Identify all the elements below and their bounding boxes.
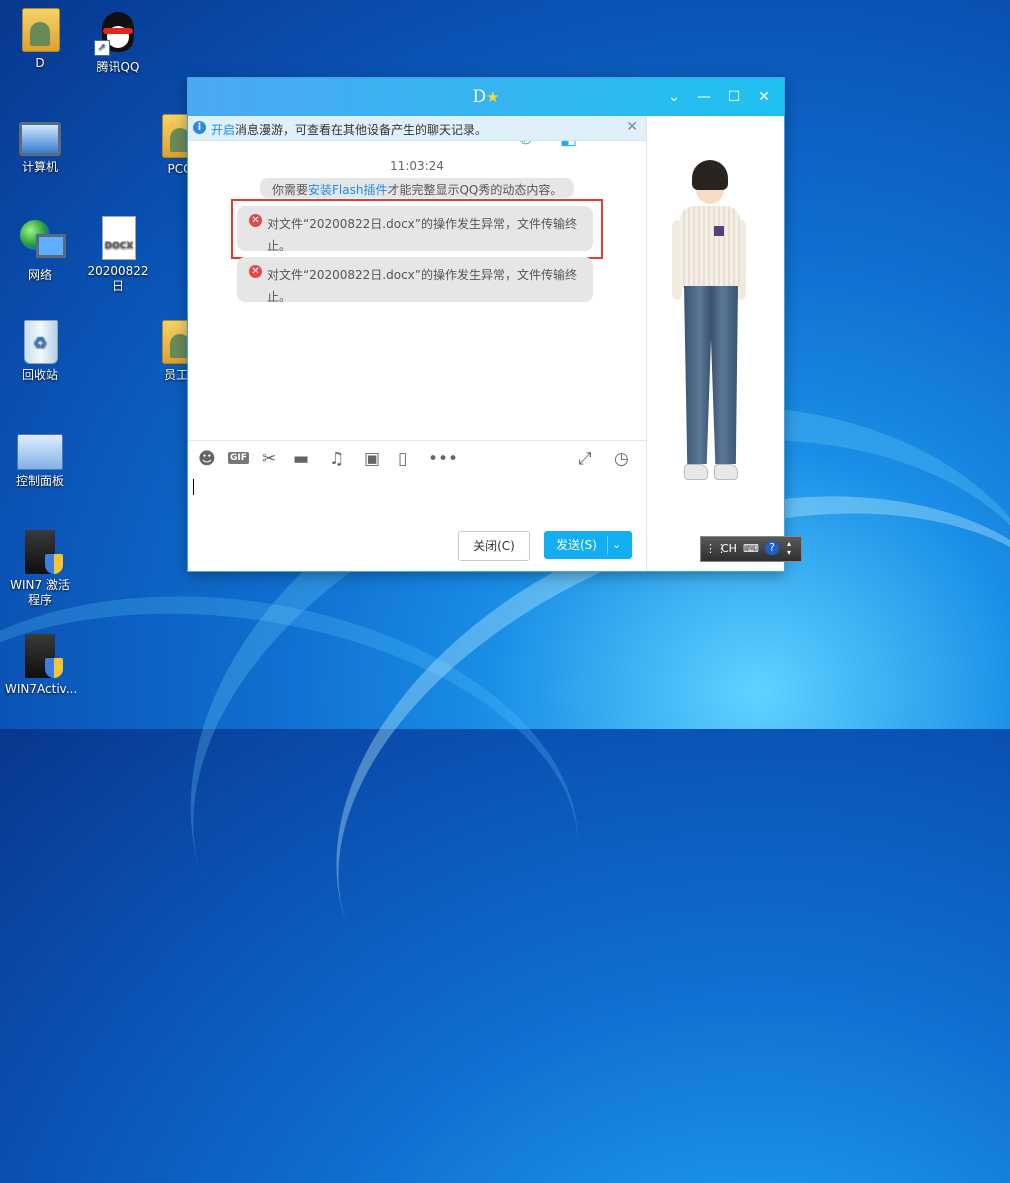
image-icon[interactable]: ▣ [364,449,380,469]
recycle-bin-icon [24,320,58,364]
folder-icon[interactable]: ▬ [293,449,309,469]
desktop-icon-d[interactable]: D [5,8,75,71]
keyboard-icon[interactable]: ⌨ [743,542,759,555]
error-highlight-box [231,199,603,259]
flash-system-message: 你需要安装Flash插件才能完整显示QQ秀的动态内容。 [260,178,574,198]
control-panel-icon [17,434,63,470]
title-bar[interactable]: D★ ⌄ — ☐ ✕ [188,78,784,116]
desktop-icon-win7activ[interactable]: WIN7Activ... [5,634,77,697]
windows-shield-icon [25,634,63,678]
history-clock-icon[interactable]: ◷ [614,449,629,469]
desktop-icon-control-panel[interactable]: 控制面板 [5,428,75,489]
chat-history: 11:03:24 你需要安装Flash插件才能完整显示QQ秀的动态内容。 ✕ 对… [188,140,646,440]
error-message: ✕ 对文件“20200822日.docx”的操作发生异常，文件传输终止。 [237,257,593,304]
docx-file-icon: DOCX [102,216,136,260]
close-button[interactable]: 关闭(C) [458,531,530,561]
desktop-icon-win7-activator[interactable]: WIN7 激活程序 [5,530,75,608]
desktop-icon-qq[interactable]: ➚ 腾讯QQ [83,8,153,75]
star-icon: ★ [486,88,500,106]
info-icon: i [193,121,206,134]
input-toolbar: ☻ GIF ✂ ▬ ♫ ▣ ▯ ••• ⤢ ◷ [188,440,646,477]
close-window-button[interactable]: ✕ [754,87,774,107]
install-flash-link[interactable]: 安装Flash插件 [308,183,387,197]
send-options-chevron-icon[interactable]: ⌄ [612,531,621,559]
network-icon [16,216,66,264]
roaming-notice-bar: i 开启消息漫游，可查看在其他设备产生的聊天记录。 ✕ [188,116,646,141]
desktop-icon-network[interactable]: 网络 [5,216,75,283]
help-icon[interactable]: ? [765,541,779,555]
windows-shield-icon [25,530,63,574]
ime-language-bar[interactable]: ⋮⋮ CH ⌨ ? ▴ ▾ [700,536,802,562]
computer-icon [19,122,61,156]
scissors-icon[interactable]: ✂ [262,449,276,469]
minimize-button[interactable]: — [694,87,714,107]
desktop-icon-recycle-bin[interactable]: 回收站 [5,320,75,383]
gif-icon[interactable]: GIF [228,452,249,464]
error-icon: ✕ [249,265,262,278]
send-button[interactable]: 发送(S) ⌄ [544,531,632,559]
expand-icon[interactable]: ⤢ [578,449,592,469]
music-icon[interactable]: ♫ [329,449,344,469]
close-notice-icon[interactable]: ✕ [626,119,638,135]
ime-options-icon[interactable]: ▴ ▾ [787,539,791,557]
message-input[interactable] [188,476,646,526]
emoji-icon[interactable]: ☻ [198,449,216,469]
chevron-down-icon[interactable]: ⌄ [664,87,684,107]
maximize-button[interactable]: ☐ [724,87,744,107]
qq-penguin-icon: ➚ [94,8,142,56]
enable-roaming-link[interactable]: 开启 [211,123,235,137]
desktop-icon-docx[interactable]: DOCX 20200822日 [83,216,153,294]
message-timestamp: 11:03:24 [390,159,444,173]
user-folder-icon [22,8,60,52]
desktop-icon-computer[interactable]: 计算机 [5,114,75,175]
qq-chat-window: D★ ⌄ — ☐ ✕ ✆ ◧ ••• i 开启消息漫游，可查看在其他设备产生的聊… [188,78,784,571]
screen-share-icon[interactable]: ▯ [398,449,407,469]
text-caret [193,479,194,495]
qq-show-avatar [670,160,750,495]
ime-lang[interactable]: CH [721,542,737,555]
more-tools-icon[interactable]: ••• [428,449,458,469]
notice-text: 消息漫游，可查看在其他设备产生的聊天记录。 [235,123,488,137]
